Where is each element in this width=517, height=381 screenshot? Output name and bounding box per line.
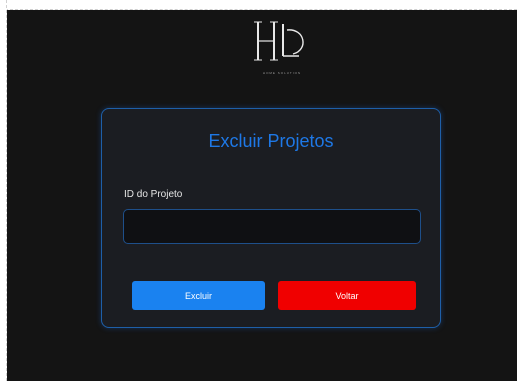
logo-icon	[254, 21, 304, 61]
page-left-edge	[0, 0, 7, 381]
delete-button[interactable]: Excluir	[132, 281, 265, 310]
page-top-edge	[0, 0, 517, 10]
delete-project-card: Excluir Projetos ID do Projeto Excluir V…	[101, 108, 441, 328]
card-title: Excluir Projetos	[208, 131, 334, 151]
logo-tagline: HOME SOLUTION	[262, 71, 302, 75]
back-button[interactable]: Voltar	[278, 281, 416, 310]
project-id-label: ID do Projeto	[124, 189, 183, 200]
hl-monogram-logo: HOME SOLUTION	[247, 16, 317, 78]
project-id-input[interactable]	[123, 209, 421, 244]
